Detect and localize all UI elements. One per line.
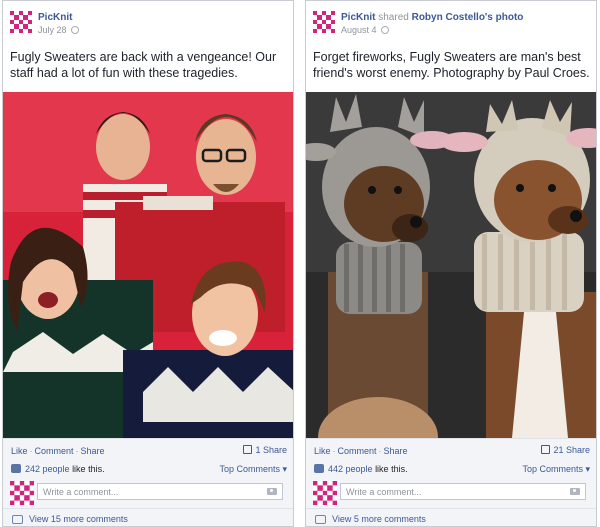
likes-suffix: like this. — [72, 464, 105, 474]
comment-input[interactable]: Write a comment... — [37, 483, 283, 500]
globe-icon — [70, 26, 79, 34]
post-footer: Like · Comment · Share 1 Share 242 people li… — [3, 438, 293, 526]
comment-composer: Write a comment... — [306, 480, 596, 506]
post-card: PicKnit July 28 Fugly Sweaters are back … — [2, 0, 294, 527]
share-icon — [243, 445, 253, 454]
picknit-logo-icon — [313, 481, 337, 505]
view-more-comments-link[interactable]: View 5 more comments — [332, 514, 426, 524]
share-link[interactable]: Share — [384, 446, 408, 456]
post-author: PicKnit — [38, 12, 72, 24]
post-author: PicKnit shared Robyn Costello's photo — [341, 12, 523, 24]
date-link[interactable]: July 28 — [38, 25, 67, 35]
post-header: PicKnit shared Robyn Costello's photo Au… — [306, 1, 596, 43]
comment-placeholder: Write a comment... — [43, 487, 119, 497]
date-link[interactable]: August 4 — [341, 25, 377, 35]
action-links: Like · Comment · Share — [314, 446, 408, 456]
post-date: July 28 — [38, 25, 79, 35]
post-message: Fugly Sweaters are back with a vengeance… — [10, 50, 277, 80]
more-comments-row: View 15 more comments — [3, 508, 293, 526]
share-count[interactable]: 1 Share — [243, 445, 287, 455]
like-link[interactable]: Like — [11, 446, 28, 456]
action-links: Like · Comment · Share — [11, 446, 105, 456]
comment-placeholder: Write a comment... — [346, 487, 422, 497]
comment-bubble-icon — [315, 515, 326, 524]
view-more-comments-link[interactable]: View 15 more comments — [29, 514, 128, 524]
likes-summary: 242 people like this. — [11, 464, 105, 474]
shared-text: shared — [378, 12, 409, 23]
comment-bubble-icon — [12, 515, 23, 524]
share-icon — [541, 445, 551, 454]
share-link[interactable]: Share — [81, 446, 105, 456]
page-name-link[interactable]: PicKnit — [38, 12, 72, 23]
more-comments-row: View 5 more comments — [306, 508, 596, 526]
shared-owner-link[interactable]: Robyn Costello's photo — [412, 12, 524, 23]
comment-composer: Write a comment... — [3, 480, 293, 506]
page-name-link[interactable]: PicKnit — [341, 12, 375, 23]
post-footer: Like · Comment · Share 21 Share 442 people l… — [306, 438, 596, 526]
picknit-logo-icon[interactable] — [313, 11, 335, 33]
comment-link[interactable]: Comment — [35, 446, 74, 456]
likes-people-link[interactable]: 242 people — [25, 464, 70, 474]
likes-people-link[interactable]: 442 people — [328, 464, 373, 474]
top-comments-dropdown[interactable]: Top Comments ▾ — [522, 464, 590, 475]
comment-link[interactable]: Comment — [338, 446, 377, 456]
post-header: PicKnit July 28 — [3, 1, 293, 43]
likes-summary: 442 people like this. — [314, 464, 408, 474]
picknit-logo-icon — [10, 481, 34, 505]
thumbs-up-icon — [314, 464, 324, 473]
top-comments-dropdown[interactable]: Top Comments ▾ — [219, 464, 287, 475]
share-count[interactable]: 21 Share — [541, 445, 590, 455]
camera-icon[interactable] — [267, 488, 277, 495]
camera-icon[interactable] — [570, 488, 580, 495]
comment-input[interactable]: Write a comment... — [340, 483, 586, 500]
share-count-label: 1 Share — [255, 445, 287, 455]
thumbs-up-icon — [11, 464, 21, 473]
dogs-in-knit-hats-photo — [306, 92, 596, 438]
post-photo[interactable] — [306, 92, 596, 438]
post-message: Forget fireworks, Fugly Sweaters are man… — [313, 50, 590, 80]
likes-suffix: like this. — [375, 464, 408, 474]
picknit-logo-icon[interactable] — [10, 11, 32, 33]
like-link[interactable]: Like — [314, 446, 331, 456]
post-date: August 4 — [341, 25, 389, 35]
ugly-sweater-group-photo — [3, 92, 293, 438]
post-photo[interactable] — [3, 92, 293, 438]
globe-icon — [380, 26, 389, 34]
share-count-label: 21 Share — [553, 445, 590, 455]
post-card: PicKnit shared Robyn Costello's photo Au… — [305, 0, 597, 527]
